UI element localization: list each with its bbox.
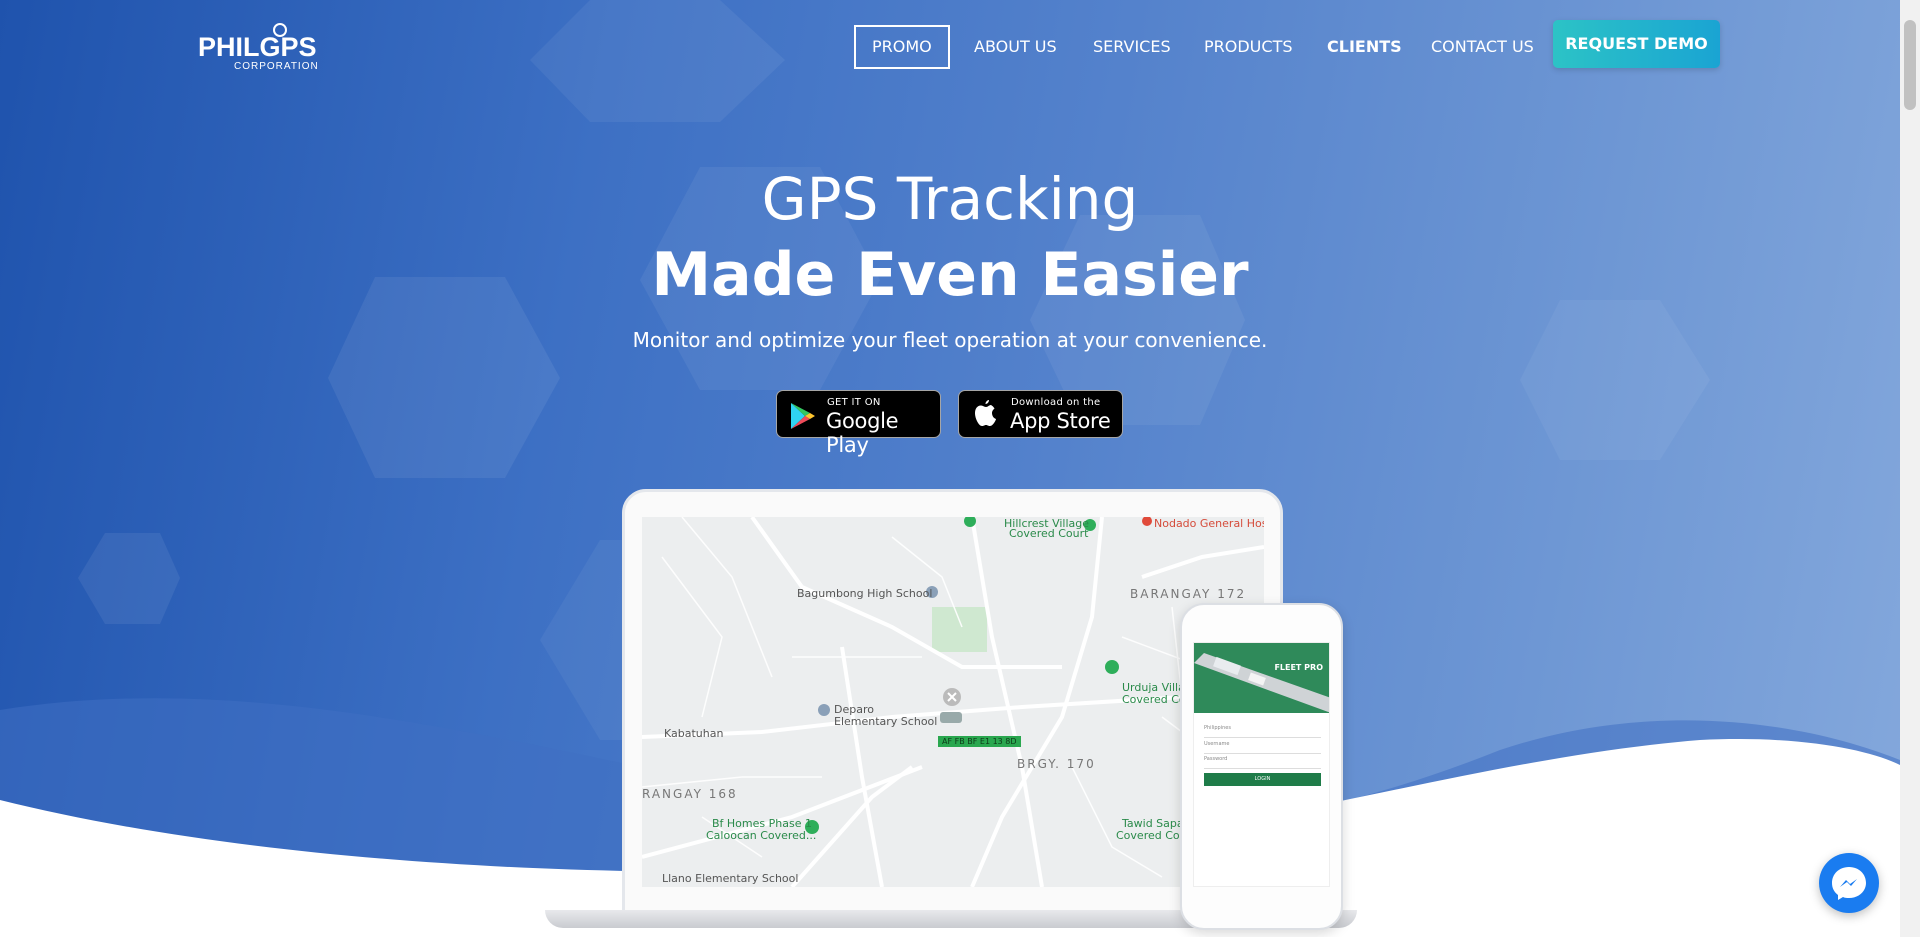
- nav-products[interactable]: PRODUCTS: [1204, 25, 1293, 69]
- tracking-map[interactable]: Hillcrest Village Covered Court Nodado G…: [642, 517, 1264, 887]
- nav-services[interactable]: SERVICES: [1093, 25, 1171, 69]
- map-label-brgy170: BRGY. 170: [1017, 757, 1096, 771]
- nav-about-us[interactable]: ABOUT US: [974, 25, 1057, 69]
- truck-road-illustration: [1194, 653, 1329, 713]
- fleet-pro-brand: FLEET PRO: [1274, 663, 1323, 672]
- map-label-llano: Llano Elementary School: [662, 872, 799, 885]
- map-label-kabatuhan: Kabatuhan: [664, 727, 724, 740]
- google-play-icon: [791, 403, 815, 429]
- brand-sub: CORPORATION: [234, 61, 319, 72]
- google-badge-small: GET IT ON: [827, 397, 881, 408]
- nav-promo[interactable]: PROMO: [854, 25, 950, 69]
- map-label-brgy172: BARANGAY 172: [1130, 587, 1247, 601]
- car-icon: [940, 688, 962, 723]
- map-label-deparo2: Elementary School: [834, 715, 938, 728]
- nav-contact-us[interactable]: CONTACT US: [1431, 25, 1534, 69]
- google-badge-big: Google Play: [826, 409, 899, 457]
- nav-clients[interactable]: CLIENTS: [1327, 25, 1402, 69]
- apple-badge-big: App Store: [1010, 409, 1111, 433]
- apple-icon: [975, 400, 996, 426]
- request-demo-button[interactable]: REQUEST DEMO: [1553, 20, 1720, 68]
- messenger-icon: [1832, 867, 1866, 900]
- scrollbar-thumb[interactable]: [1904, 20, 1916, 110]
- map-label-hillcrest2: Covered Court: [1009, 527, 1089, 540]
- hero-title-line1: GPS Tracking: [761, 165, 1139, 233]
- phone-password-field[interactable]: Password: [1204, 756, 1321, 769]
- brand-logo[interactable]: PHILGPS CORPORATION: [196, 20, 364, 72]
- map-label-nodado: Nodado General Hosp: [1154, 517, 1264, 530]
- phone-header: FLEET PRO: [1194, 643, 1329, 713]
- app-store-badge[interactable]: Download on the App Store: [958, 390, 1123, 438]
- vehicle-plate-label[interactable]: AF FB BF E1 13 8D: [938, 736, 1021, 747]
- phone-screen: FLEET PRO Philippines Username Password …: [1193, 642, 1330, 887]
- google-play-badge[interactable]: GET IT ON Google Play: [776, 390, 941, 457]
- page-scrollbar[interactable]: [1900, 0, 1920, 937]
- map-label-brgy168: RANGAY 168: [642, 787, 738, 801]
- map-label-bfhomes2: Caloocan Covered...: [706, 829, 817, 842]
- messenger-chat-button[interactable]: [1819, 853, 1879, 913]
- hero-title-line2: Made Even Easier: [651, 240, 1249, 310]
- map-label-bagumbong: Bagumbong High School: [797, 587, 933, 600]
- phone-login-button[interactable]: LOGIN: [1204, 773, 1321, 786]
- hero-subtitle: Monitor and optimize your fleet operatio…: [632, 328, 1268, 352]
- brand-name: PHILGPS: [198, 32, 317, 62]
- apple-badge-small: Download on the: [1011, 397, 1101, 408]
- phone-username-field[interactable]: Username: [1204, 741, 1321, 754]
- phone-country-select[interactable]: Philippines: [1204, 725, 1321, 738]
